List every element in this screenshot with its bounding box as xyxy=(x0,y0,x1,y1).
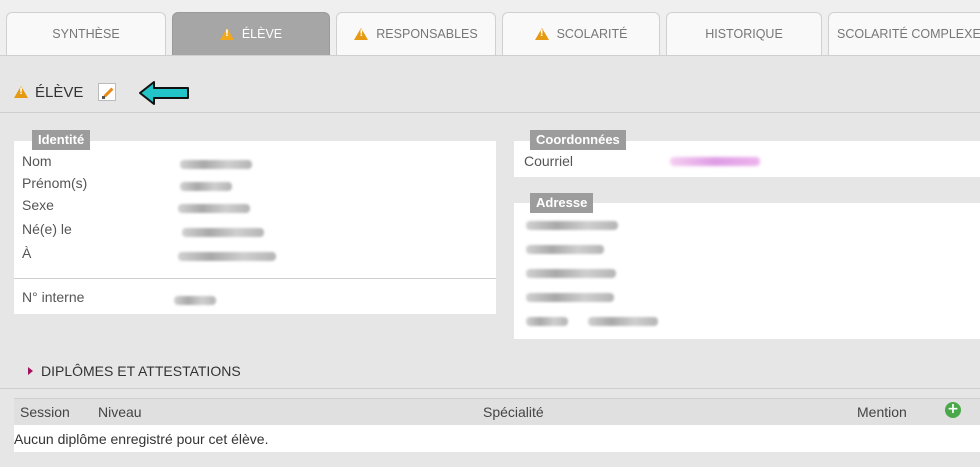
naissance-date-label: Né(e) le xyxy=(22,221,72,237)
adresse-legend: Adresse xyxy=(530,193,594,213)
section-header: ÉLÈVE xyxy=(14,83,117,101)
tab-eleve[interactable]: ÉLÈVE xyxy=(172,12,330,55)
tab-historique-label: HISTORIQUE xyxy=(705,27,783,41)
redacted-value xyxy=(526,221,618,230)
tab-synthese-label: SYNTHÈSE xyxy=(52,27,120,41)
numero-interne-label: N° interne xyxy=(22,289,85,305)
column-mention[interactable]: Mention xyxy=(857,404,907,420)
warning-icon xyxy=(14,86,28,98)
redacted-email xyxy=(670,157,760,166)
warning-icon xyxy=(534,28,549,40)
diplomes-table-header: Session Niveau Spécialité Mention xyxy=(14,398,980,425)
redacted-value xyxy=(526,269,616,278)
tab-scolarite-complexe-label: SCOLARITÉ COMPLEXE xyxy=(837,27,980,41)
divider xyxy=(14,278,496,279)
tab-scolarite-label: SCOLARITÉ xyxy=(556,27,628,41)
diplomes-title: DIPLÔMES ET ATTESTATIONS xyxy=(41,363,241,379)
pointer-arrow-icon xyxy=(139,81,189,105)
redacted-value xyxy=(178,204,250,213)
redacted-value xyxy=(180,182,232,191)
prenom-label: Prénom(s) xyxy=(22,175,88,191)
warning-icon xyxy=(219,28,234,40)
tab-eleve-label: ÉLÈVE xyxy=(241,27,283,41)
warning-icon xyxy=(354,28,369,40)
redacted-value xyxy=(180,160,252,169)
tab-scolarite[interactable]: SCOLARITÉ xyxy=(502,12,660,55)
redacted-value xyxy=(178,252,276,261)
column-niveau[interactable]: Niveau xyxy=(98,404,142,420)
column-session[interactable]: Session xyxy=(20,404,70,420)
sexe-label: Sexe xyxy=(22,197,54,213)
redacted-value xyxy=(526,245,604,254)
diplomes-toggle[interactable]: DIPLÔMES ET ATTESTATIONS xyxy=(28,363,241,379)
tab-historique[interactable]: HISTORIQUE xyxy=(666,12,822,55)
courriel-label: Courriel xyxy=(524,153,574,169)
divider xyxy=(0,388,980,389)
naissance-lieu-label: À xyxy=(22,245,32,261)
tab-scolarite-complexe[interactable]: SCOLARITÉ COMPLEXE xyxy=(828,12,980,55)
tab-responsables-label: RESPONSABLES xyxy=(376,27,478,41)
tab-bar: SYNTHÈSE ÉLÈVE RESPONSABLES SCOLARITÉ HI… xyxy=(0,0,980,56)
edit-pencil-icon[interactable] xyxy=(98,83,117,101)
tab-synthese[interactable]: SYNTHÈSE xyxy=(6,12,166,55)
empty-message: Aucun diplôme enregistré pour cet élève. xyxy=(14,431,269,447)
adresse-panel xyxy=(514,203,980,339)
nom-label: Nom xyxy=(22,153,52,169)
coordonnees-legend: Coordonnées xyxy=(530,130,626,150)
redacted-value xyxy=(174,296,216,305)
section-title: ÉLÈVE xyxy=(35,83,84,101)
redacted-value xyxy=(526,293,614,302)
expand-triangle-icon xyxy=(28,367,33,375)
divider xyxy=(0,112,980,113)
tab-responsables[interactable]: RESPONSABLES xyxy=(336,12,496,55)
column-specialite[interactable]: Spécialité xyxy=(483,404,544,420)
redacted-value xyxy=(182,228,264,237)
identite-panel: Nom Prénom(s) Sexe Né(e) le À N° interne xyxy=(14,141,496,314)
table-row: Aucun diplôme enregistré pour cet élève. xyxy=(14,425,980,452)
add-diploma-icon[interactable]: + xyxy=(945,402,961,418)
redacted-value xyxy=(588,317,658,326)
identite-legend: Identité xyxy=(32,130,91,150)
redacted-value xyxy=(526,317,568,326)
